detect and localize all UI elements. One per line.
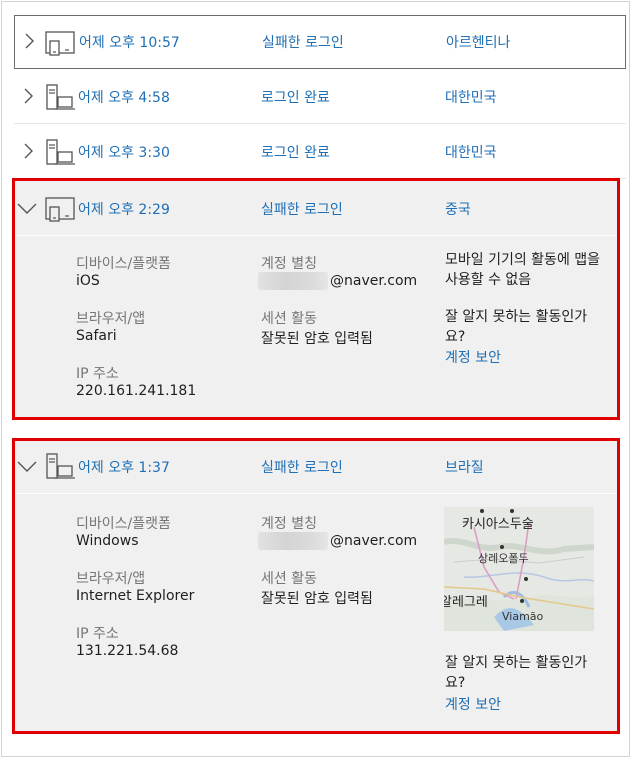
activity-time[interactable]: 어제 오후 4:58 xyxy=(78,87,170,107)
activity-country[interactable]: 아르헨티나 xyxy=(446,32,510,52)
activity-event[interactable]: 로그인 완료 xyxy=(261,87,330,107)
activity-country[interactable]: 대한민국 xyxy=(445,142,497,162)
redacted-alias xyxy=(258,532,328,550)
map-city-label: 알레그레 xyxy=(444,595,488,610)
desktop-laptop-icon xyxy=(46,453,75,479)
ip-label: IP 주소 xyxy=(76,366,119,382)
map-city-label: 카시아스두술 xyxy=(462,517,534,532)
activity-row[interactable]: 어제 오후 3:30 로그인 완료 대한민국 xyxy=(14,125,626,179)
session-label: 세션 활동 xyxy=(261,571,317,587)
activity-row-expanded[interactable]: 어제 오후 1:37 실패한 로그인 브라질 xyxy=(14,440,618,494)
map-unavailable-note: 모바일 기기의 활동에 맵을 사용할 수 없음 xyxy=(445,252,601,288)
activity-event[interactable]: 실패한 로그인 xyxy=(262,32,344,52)
activity-country[interactable]: 중국 xyxy=(445,199,471,219)
tablet-phone-icon xyxy=(45,197,75,222)
browser-label: 브라우저/앱 xyxy=(76,571,146,587)
unfamiliar-activity-question: 잘 알지 못하는 활동인가요? xyxy=(445,655,588,691)
activity-country[interactable]: 대한민국 xyxy=(445,87,497,107)
activity-time[interactable]: 어제 오후 10:57 xyxy=(79,32,180,52)
activity-country[interactable]: 브라질 xyxy=(445,457,484,477)
chevron-right-icon[interactable] xyxy=(19,87,37,105)
location-map[interactable]: 카시아스두술 상레오폴두 알레그레 Viamão xyxy=(444,507,594,631)
device-value: Windows xyxy=(76,533,139,549)
device-label: 디바이스/플랫폼 xyxy=(76,516,171,532)
session-value: 잘못된 암호 입력됨 xyxy=(261,331,373,347)
activity-time[interactable]: 어제 오후 2:29 xyxy=(78,199,170,219)
chevron-right-icon[interactable] xyxy=(19,142,37,160)
device-label: 디바이스/플랫폼 xyxy=(76,256,171,272)
ip-value: 220.161.241.181 xyxy=(76,383,197,399)
activity-detail-panel: 어제 오후 1:37 실패한 로그인 브라질 디바이스/플랫폼 Windows … xyxy=(14,440,618,732)
browser-value: Safari xyxy=(76,328,117,344)
activity-row[interactable]: 어제 오후 10:57 실패한 로그인 아르헨티나 xyxy=(14,15,626,69)
ip-value: 131.221.54.68 xyxy=(76,643,179,659)
map-city-label: 상레오폴두 xyxy=(478,552,529,565)
device-value: iOS xyxy=(76,273,100,289)
activity-time[interactable]: 어제 오후 1:37 xyxy=(78,457,170,477)
alias-value: @naver.com xyxy=(330,273,418,289)
browser-label: 브라우저/앱 xyxy=(76,311,146,327)
alias-label: 계정 별칭 xyxy=(261,256,317,272)
chevron-down-icon[interactable] xyxy=(16,459,38,473)
tablet-phone-icon xyxy=(45,31,75,56)
alias-value: @naver.com xyxy=(330,533,418,549)
map-city-label: Viamão xyxy=(502,610,544,623)
activity-row[interactable]: 어제 오후 4:58 로그인 완료 대한민국 xyxy=(14,70,626,124)
session-label: 세션 활동 xyxy=(261,311,317,327)
desktop-laptop-icon xyxy=(46,139,75,165)
activity-detail-panel: 어제 오후 2:29 실패한 로그인 중국 디바이스/플랫폼 iOS 브라우저/… xyxy=(14,180,618,418)
ip-label: IP 주소 xyxy=(76,626,119,642)
desktop-laptop-icon xyxy=(46,84,75,110)
session-value: 잘못된 암호 입력됨 xyxy=(261,591,373,607)
activity-time[interactable]: 어제 오후 3:30 xyxy=(78,142,170,162)
activity-event[interactable]: 로그인 완료 xyxy=(261,142,330,162)
chevron-right-icon[interactable] xyxy=(20,32,38,50)
secure-account-link[interactable]: 계정 보안 xyxy=(445,347,501,367)
chevron-down-icon[interactable] xyxy=(16,201,38,215)
browser-value: Internet Explorer xyxy=(76,588,195,604)
activity-row-expanded[interactable]: 어제 오후 2:29 실패한 로그인 중국 xyxy=(14,180,618,236)
secure-account-link[interactable]: 계정 보안 xyxy=(445,694,501,714)
unfamiliar-activity-question: 잘 알지 못하는 활동인가요? xyxy=(445,309,588,345)
alias-label: 계정 별칭 xyxy=(261,516,317,532)
activity-event[interactable]: 실패한 로그인 xyxy=(261,457,343,477)
activity-event[interactable]: 실패한 로그인 xyxy=(261,199,343,219)
redacted-alias xyxy=(258,272,328,290)
